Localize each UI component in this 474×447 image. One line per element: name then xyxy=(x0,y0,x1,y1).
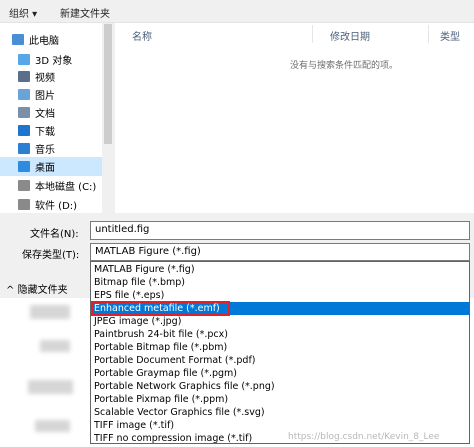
filetype-option-png[interactable]: Portable Network Graphics file (*.png) xyxy=(91,380,469,393)
chevron-up-icon: ^ xyxy=(6,285,15,296)
filetype-option-svg[interactable]: Scalable Vector Graphics file (*.svg) xyxy=(91,406,469,419)
filetype-option-jpg[interactable]: JPEG image (*.jpg) xyxy=(91,315,469,328)
empty-message: 没有与搜索条件匹配的项。 xyxy=(290,61,399,71)
hide-folders-label: 隐藏文件夹 xyxy=(17,285,68,296)
cube-icon xyxy=(18,54,30,65)
filetype-option-pgm[interactable]: Portable Graymap file (*.pgm) xyxy=(91,367,469,380)
blurred-region xyxy=(40,340,70,352)
filetype-dropdown-list: MATLAB Figure (*.fig) Bitmap file (*.bmp… xyxy=(90,261,470,444)
column-header-date[interactable]: 修改日期 xyxy=(330,28,370,43)
nav-item-music[interactable]: 音乐 xyxy=(0,139,103,158)
nav-item-label: 此电脑 xyxy=(29,36,59,47)
filename-label: 文件名(N): xyxy=(30,229,79,240)
filetype-option-ppm[interactable]: Portable Pixmap file (*.ppm) xyxy=(91,393,469,406)
nav-item-label: 下载 xyxy=(35,127,55,138)
nav-item-label: 3D 对象 xyxy=(35,56,73,67)
nav-item-pictures[interactable]: 图片 xyxy=(0,85,103,104)
nav-item-label: 文档 xyxy=(35,109,55,120)
picture-icon xyxy=(18,89,30,100)
nav-scrollbar-thumb[interactable] xyxy=(104,24,112,144)
nav-item-this-pc[interactable]: 此电脑 xyxy=(0,30,103,49)
nav-item-label: 图片 xyxy=(35,91,55,102)
file-list-pane: 名称 修改日期 类型 xyxy=(117,23,474,210)
organize-button[interactable]: 组织 ▾ xyxy=(9,5,37,20)
filetype-option-bmp[interactable]: Bitmap file (*.bmp) xyxy=(91,276,469,289)
drive-icon xyxy=(18,180,30,191)
nav-item-local-disk-c[interactable]: 本地磁盘 (C:) xyxy=(0,176,103,195)
nav-item-label: 本地磁盘 (C:) xyxy=(35,182,97,193)
document-icon xyxy=(18,107,30,118)
blurred-region xyxy=(28,380,73,394)
nav-item-documents[interactable]: 文档 xyxy=(0,103,103,122)
nav-item-label: 桌面 xyxy=(35,163,55,174)
filetype-select[interactable]: MATLAB Figure (*.fig) xyxy=(90,243,470,261)
filename-input[interactable]: untitled.fig xyxy=(90,221,470,240)
nav-item-label: 软件 (D:) xyxy=(35,201,78,212)
column-header-name[interactable]: 名称 xyxy=(132,28,152,43)
filetype-option-tif[interactable]: TIFF image (*.tif) xyxy=(91,419,469,432)
nav-item-downloads[interactable]: 下载 xyxy=(0,121,103,140)
filetype-option-fig[interactable]: MATLAB Figure (*.fig) xyxy=(91,263,469,276)
column-separator[interactable] xyxy=(428,25,429,43)
video-icon xyxy=(18,71,30,82)
filetype-label: 保存类型(T): xyxy=(22,250,80,261)
computer-icon xyxy=(12,34,24,45)
navigation-pane: 此电脑 3D 对象 视频 图片 文档 下载 音乐 桌面 本地磁盘 (C:) 软件… xyxy=(0,23,107,212)
nav-item-software-d[interactable]: 软件 (D:) xyxy=(0,195,103,214)
blurred-region xyxy=(30,305,70,319)
filetype-option-pcx[interactable]: Paintbrush 24-bit file (*.pcx) xyxy=(91,328,469,341)
watermark: https://blog.csdn.net/Kevin_8_Lee xyxy=(288,432,440,442)
desktop-icon xyxy=(18,161,30,172)
new-folder-button[interactable]: 新建文件夹 xyxy=(60,5,110,20)
download-arrow-icon xyxy=(18,125,30,136)
drive-icon xyxy=(18,199,30,210)
annotation-highlight-box xyxy=(91,301,230,316)
filetype-option-pdf[interactable]: Portable Document Format (*.pdf) xyxy=(91,354,469,367)
filetype-option-pbm[interactable]: Portable Bitmap file (*.pbm) xyxy=(91,341,469,354)
column-separator[interactable] xyxy=(312,25,313,43)
nav-item-label: 音乐 xyxy=(35,145,55,156)
column-header-type[interactable]: 类型 xyxy=(440,28,460,43)
toolbar: 组织 ▾ 新建文件夹 xyxy=(0,0,474,23)
music-note-icon xyxy=(18,143,30,154)
blurred-region xyxy=(35,420,70,432)
hide-folders-toggle[interactable]: ^ 隐藏文件夹 xyxy=(6,281,68,296)
nav-item-label: 视频 xyxy=(35,73,55,84)
nav-item-desktop[interactable]: 桌面 xyxy=(0,157,103,176)
nav-item-videos[interactable]: 视频 xyxy=(0,67,103,86)
